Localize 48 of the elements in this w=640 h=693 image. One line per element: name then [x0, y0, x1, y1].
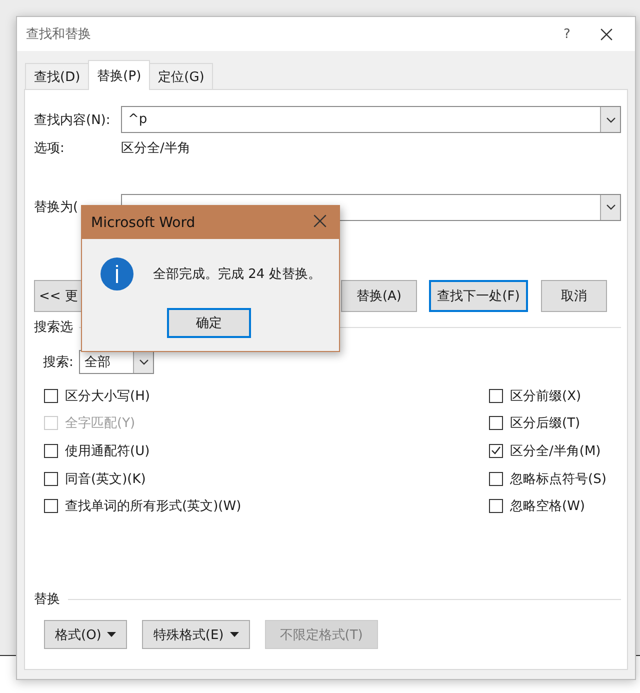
- checkbox[interactable]: [44, 472, 58, 486]
- options-label: 选项:: [34, 140, 66, 157]
- checkbox-label: 使用通配符(U): [65, 442, 150, 460]
- checkbox[interactable]: [44, 444, 58, 458]
- dialog-button[interactable]: << 更: [34, 280, 82, 312]
- ok-button[interactable]: 确定: [167, 308, 251, 338]
- chevron-down-icon: [606, 204, 616, 210]
- checkbox-label: 区分全/半角(M): [510, 442, 601, 460]
- checkbox-label: 区分后缀(T): [510, 415, 580, 432]
- checkbox-label: 区分大小写(H): [65, 388, 150, 405]
- help-button[interactable]: ?: [557, 26, 577, 42]
- checkbox-label: 全字匹配(Y): [65, 415, 136, 432]
- dialog-button[interactable]: 替换(A): [341, 280, 417, 312]
- find-field[interactable]: ^p: [121, 106, 621, 133]
- checkbox-label: 忽略标点符号(S): [510, 470, 606, 488]
- checkbox[interactable]: [44, 499, 58, 514]
- checkbox-label: 查找单词的所有形式(英文)(W): [65, 498, 242, 516]
- checkbox-label: 区分前缀(X): [510, 388, 582, 405]
- replace-section-label: 替换: [34, 591, 60, 608]
- format-button[interactable]: 特殊格式(E): [142, 620, 250, 649]
- caret-icon: [107, 632, 116, 637]
- info-icon: [100, 257, 134, 291]
- checkbox-label: 忽略空格(W): [510, 498, 585, 516]
- checkbox-label: 同音(英文)(K): [65, 470, 146, 488]
- dialog-button[interactable]: 取消: [541, 280, 607, 312]
- format-button[interactable]: 格式(O): [44, 620, 128, 649]
- options-value: 区分全/半角: [121, 140, 190, 157]
- chevron-down-icon: [138, 359, 149, 365]
- checkbox[interactable]: [489, 444, 503, 458]
- dialog-button[interactable]: 查找下一处(F): [429, 280, 528, 312]
- checkbox[interactable]: [489, 472, 503, 486]
- checkbox[interactable]: [489, 416, 503, 430]
- search-label: 搜索:: [43, 354, 74, 371]
- caret-icon: [230, 632, 239, 637]
- tab[interactable]: 替换(P): [88, 60, 150, 90]
- chevron-down-icon: [606, 116, 616, 122]
- close-icon[interactable]: [600, 28, 612, 40]
- checkbox[interactable]: [44, 388, 58, 403]
- message-text: 全部完成。完成 24 处替换。: [153, 266, 321, 283]
- checkbox[interactable]: [489, 499, 503, 514]
- find-label: 查找内容(N):: [34, 112, 112, 128]
- checkbox[interactable]: [489, 388, 503, 403]
- window-title: 查找和替换: [26, 26, 91, 43]
- tab[interactable]: 定位(G): [149, 63, 214, 89]
- search-options-label: 搜索选: [34, 319, 73, 336]
- message-box-title: Microsoft Word: [91, 214, 196, 230]
- tab[interactable]: 查找(D): [25, 63, 90, 89]
- replace-label: 替换为(: [34, 199, 80, 216]
